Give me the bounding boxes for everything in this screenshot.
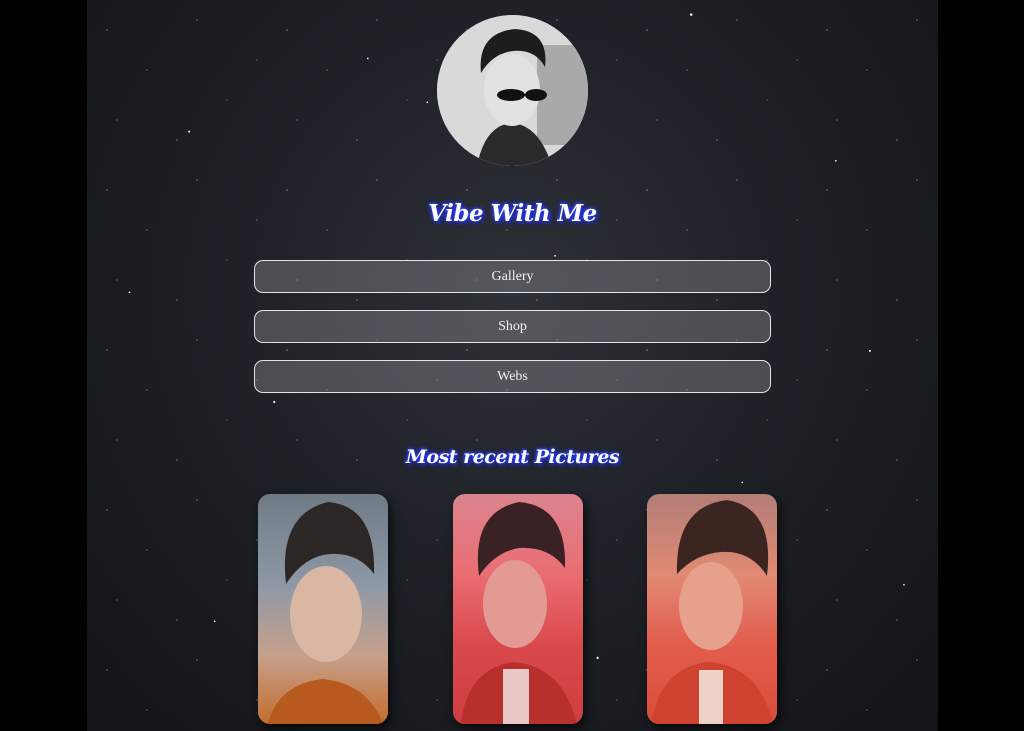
avatar-portrait-image [437,15,588,166]
portrait-photo-1 [268,502,383,724]
site-title: Vibe With Me [428,200,597,227]
nav-shop-button[interactable]: Shop [254,310,771,343]
portrait-photo-3 [647,494,777,724]
recent-picture-2[interactable] [453,494,583,724]
recent-pictures-heading: Most recent Pictures [405,446,620,468]
portrait-photo-2 [453,494,583,724]
avatar [437,15,588,166]
recent-picture-1[interactable] [258,494,388,724]
page-background: Vibe With Me Gallery Shop Webs Most rece… [87,0,938,731]
recent-picture-3[interactable] [647,494,777,724]
nav-gallery-button[interactable]: Gallery [254,260,771,293]
nav-webs-button[interactable]: Webs [254,360,771,393]
